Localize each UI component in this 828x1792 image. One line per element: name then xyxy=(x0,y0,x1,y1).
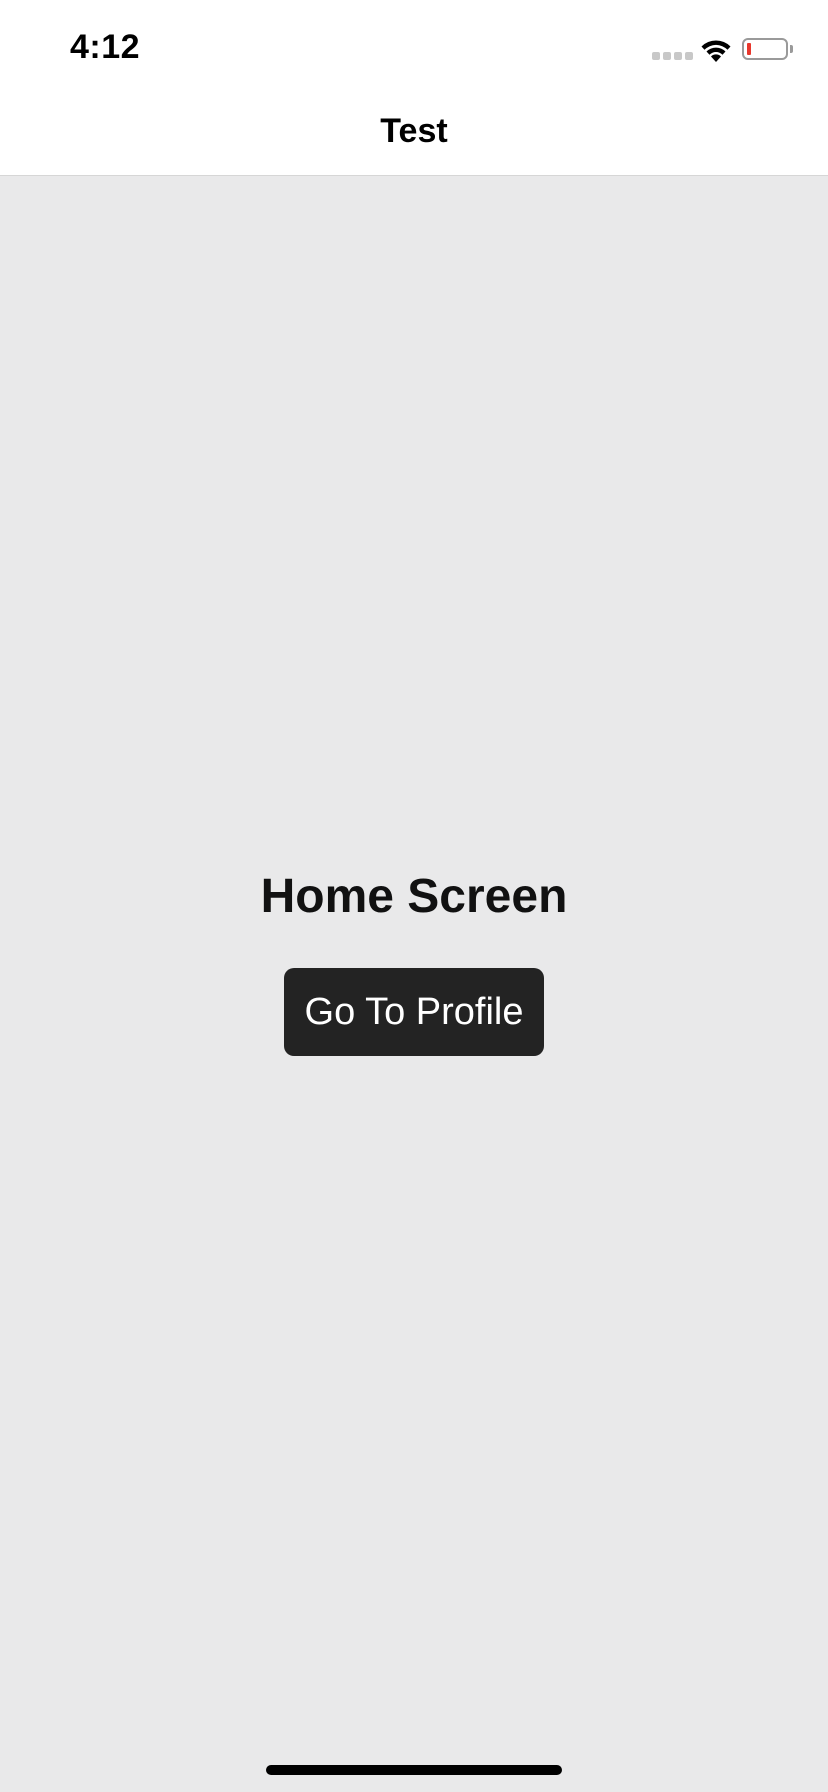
battery-icon xyxy=(742,38,788,60)
home-indicator[interactable] xyxy=(266,1765,562,1775)
go-to-profile-button[interactable]: Go To Profile xyxy=(284,968,544,1056)
status-time: 4:12 xyxy=(70,28,141,66)
battery-level xyxy=(747,43,751,55)
wifi-icon xyxy=(701,40,731,62)
page-title: Home Screen xyxy=(260,870,568,923)
navigation-bar: Test xyxy=(0,96,828,176)
nav-title: Test xyxy=(380,112,448,150)
cellular-signal-icon xyxy=(652,52,693,60)
main-content: Home Screen Go To Profile xyxy=(0,176,828,1792)
status-bar: 4:12 xyxy=(0,0,828,96)
battery-tip xyxy=(790,45,793,53)
app-screen: 4:12 Test Home Screen Go To Profile xyxy=(0,0,828,1792)
